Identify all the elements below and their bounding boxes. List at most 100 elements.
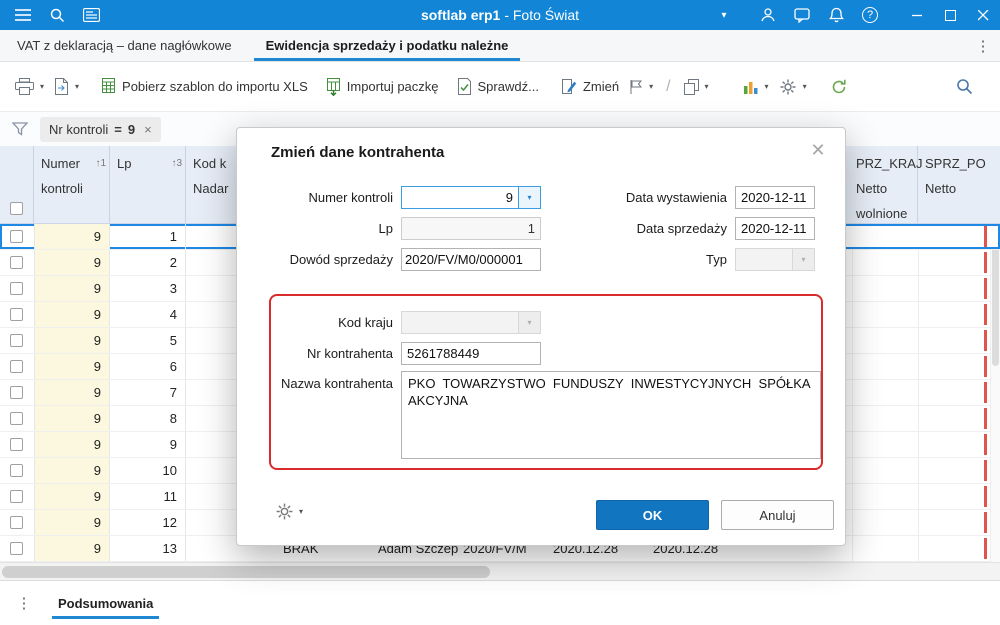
horizontal-scrollbar[interactable] [0,562,1000,580]
close-button[interactable] [967,0,1000,30]
chevron-down-icon: ▾ [793,248,815,271]
document-export-icon [55,78,69,95]
nazwa-kontrahenta-textarea[interactable]: PKO TOWARZYSTWO FUNDUSZY INWESTYCYJNYCH … [401,371,821,459]
row-checkbox[interactable] [10,516,23,529]
copy-button[interactable]: ▾ [679,73,714,101]
header-label: PRZ_KRAJ [856,156,923,171]
cell-numer-kontroli[interactable]: 9 [34,484,110,509]
row-checkbox[interactable] [10,386,23,399]
filter-chip[interactable]: Nr kontroli = 9 × [40,116,161,142]
filter-funnel-icon[interactable] [12,122,28,136]
numer-kontroli-input[interactable] [401,186,519,209]
cell-numer-kontroli[interactable]: 9 [34,406,110,431]
row-checkbox[interactable] [10,542,23,555]
row-checkbox[interactable] [10,360,23,373]
cancel-button[interactable]: Anuluj [721,500,834,530]
import-package-icon [326,77,340,96]
data-wystawienia-input[interactable] [735,186,815,209]
data-sprzedazy-input[interactable] [735,217,815,240]
minimize-button[interactable] [901,0,934,30]
download-xls-template-button[interactable]: Pobierz szablon do importu XLS [96,72,313,101]
header-label: Numer [41,156,81,171]
footer-tab-label: Podsumowania [58,595,154,611]
cell-lp[interactable]: 2 [110,250,186,275]
cell-lp[interactable]: 1 [110,224,186,249]
cell-lp[interactable]: 3 [110,276,186,301]
cell-lp[interactable]: 4 [110,302,186,327]
chart-button[interactable]: ▾ [738,73,774,101]
cell-lp[interactable]: 12 [110,510,186,535]
row-checkbox[interactable] [10,490,23,503]
print-button[interactable]: ▾ [10,72,49,101]
cell-lp[interactable]: 13 [110,536,186,561]
find-button[interactable] [951,72,978,101]
row-checkbox[interactable] [10,334,23,347]
dialog-settings-button[interactable]: ▾ [275,502,303,521]
nr-kontrahenta-input[interactable] [401,342,541,365]
cell-lp[interactable]: 8 [110,406,186,431]
check-button[interactable]: Sprawdź... [452,72,544,101]
title-chevron-icon[interactable]: ▾ [712,0,736,30]
lp-input[interactable] [401,217,541,240]
messages-button[interactable] [785,0,819,30]
header-label: SPRZ_PO [925,156,986,171]
cell-lp[interactable]: 9 [110,432,186,457]
horizontal-scrollbar-thumb[interactable] [2,566,490,578]
help-button[interactable]: ? [853,0,887,30]
flag-button[interactable]: ▾ [624,73,658,101]
cell-numer-kontroli[interactable]: 9 [34,510,110,535]
cell-lp[interactable]: 5 [110,328,186,353]
import-package-button[interactable]: Importuj paczkę [321,72,444,102]
column-header-sprz-kraj[interactable]: PRZ_KRAJ Netto wolnione [852,146,923,223]
settings-button[interactable]: ▾ [774,72,812,102]
cell-numer-kontroli[interactable]: 9 [34,250,110,275]
dialog-close-icon[interactable]: ✕ [805,137,831,163]
user-button[interactable] [751,0,785,30]
change-button[interactable]: Zmień [556,72,624,101]
cell-lp[interactable]: 11 [110,484,186,509]
column-header-numer-kontroli[interactable]: Numer kontroli ↑1 [34,146,110,223]
tab-ewidencja-sprzedazy[interactable]: Ewidencja sprzedaży i podatku należne [249,30,526,61]
chevron-down-icon: ▾ [649,82,654,91]
remove-filter-icon[interactable]: × [144,122,152,137]
row-checkbox[interactable] [10,464,23,477]
row-checkbox[interactable] [10,412,23,425]
row-checkbox[interactable] [10,256,23,269]
chevron-down-icon: ▾ [75,82,80,91]
row-checkbox[interactable] [10,282,23,295]
tab-vat-deklaracja[interactable]: VAT z deklaracją – dane nagłówkowe [0,30,249,61]
cell-numer-kontroli[interactable]: 9 [34,458,110,483]
row-checkbox[interactable] [10,308,23,321]
column-header-sprz-po[interactable]: SPRZ_PO Netto [918,146,1000,223]
bell-icon [828,7,844,23]
tabbar-menu-icon[interactable]: ⋮ [970,30,996,62]
cell-numer-kontroli[interactable]: 9 [34,536,110,561]
refresh-button[interactable] [826,73,853,101]
chevron-down-icon[interactable]: ▾ [519,186,541,209]
copy-icon [683,78,699,95]
row-checkbox[interactable] [10,230,23,243]
cell-numer-kontroli[interactable]: 9 [34,432,110,457]
tab-podsumowania[interactable]: Podsumowania [52,581,160,625]
cell-lp[interactable]: 7 [110,380,186,405]
column-header-lp[interactable]: Lp ↑3 [110,146,186,223]
cell-lp[interactable]: 10 [110,458,186,483]
footer-menu-icon[interactable]: ⋮ [14,594,34,612]
kod-kraju-select[interactable] [401,311,519,334]
maximize-button[interactable] [934,0,967,30]
row-checkbox[interactable] [10,438,23,451]
cell-numer-kontroli[interactable]: 9 [34,328,110,353]
cell-numer-kontroli[interactable]: 9 [34,302,110,327]
cell-numer-kontroli[interactable]: 9 [34,354,110,379]
dowod-sprzedazy-input[interactable] [401,248,541,271]
vertical-scrollbar[interactable] [990,224,1000,562]
cell-lp[interactable]: 6 [110,354,186,379]
ok-button[interactable]: OK [596,500,709,530]
cell-numer-kontroli[interactable]: 9 [34,224,110,249]
select-all-checkbox[interactable] [10,202,23,215]
cell-numer-kontroli[interactable]: 9 [34,276,110,301]
notifications-button[interactable] [819,0,853,30]
typ-select[interactable] [735,248,793,271]
export-button[interactable]: ▾ [49,72,84,101]
cell-numer-kontroli[interactable]: 9 [34,380,110,405]
